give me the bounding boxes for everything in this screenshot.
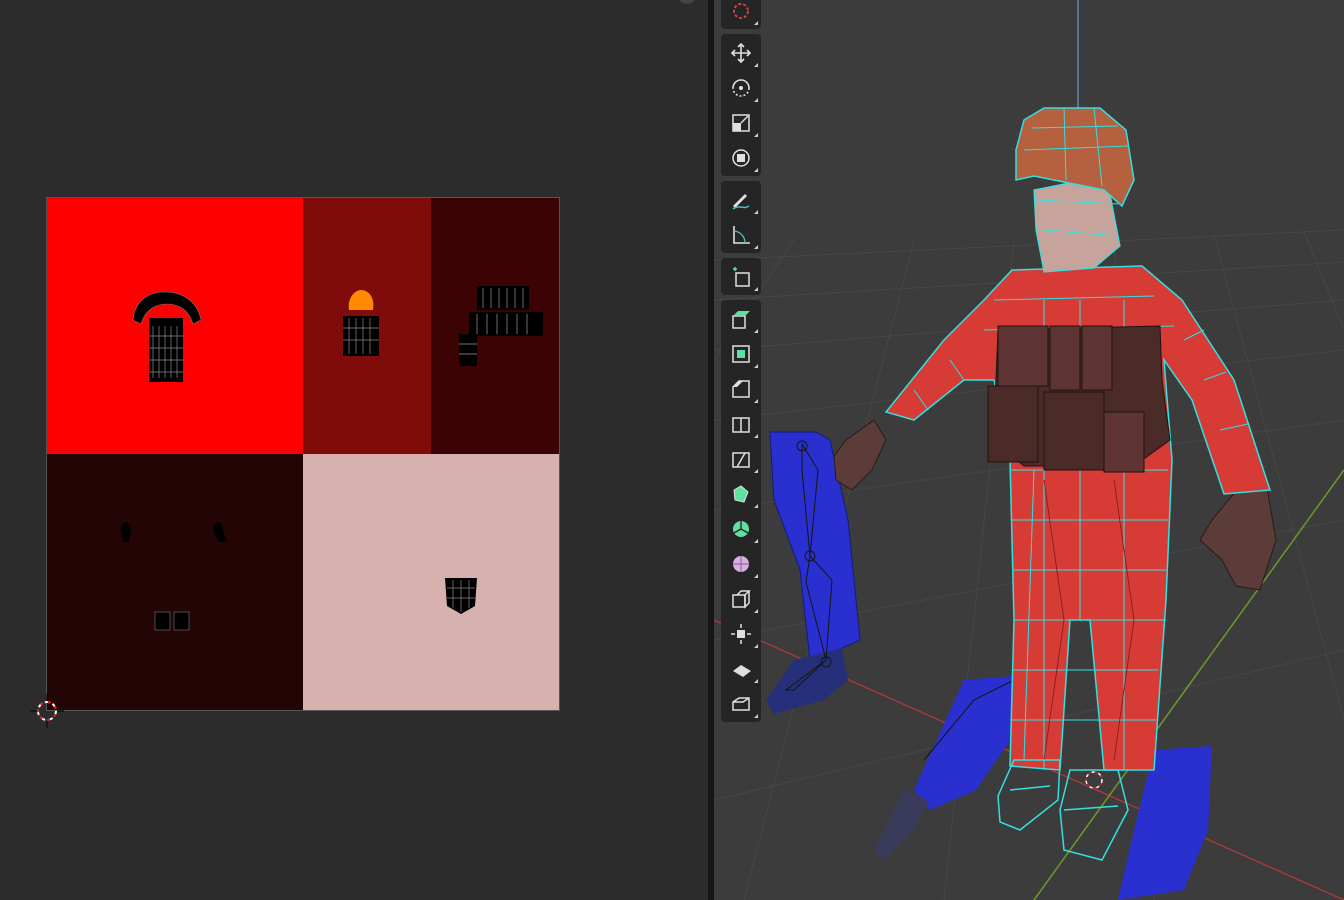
cursor-icon: [733, 2, 749, 19]
knife-tool[interactable]: [721, 441, 761, 476]
smooth-icon: [733, 555, 749, 572]
tool-shelf: [721, 0, 761, 727]
uv-texture-image[interactable]: [46, 197, 560, 711]
shear-tool[interactable]: [721, 651, 761, 686]
move-tool[interactable]: [721, 35, 761, 70]
uv-island-boots[interactable]: [153, 610, 193, 632]
measure-tool[interactable]: [721, 217, 761, 252]
uv-island-hands[interactable]: [117, 518, 237, 548]
poly-build-icon: [733, 484, 749, 503]
3d-viewport[interactable]: [714, 0, 1344, 900]
shrink-fatten-icon: [731, 623, 751, 644]
2d-cursor-icon[interactable]: [30, 694, 64, 728]
add-cube-icon: [733, 266, 750, 287]
edge-slide-icon: [732, 589, 751, 609]
rip-region-icon: [732, 696, 750, 711]
inset-tool[interactable]: [721, 336, 761, 371]
extrude-tool[interactable]: [721, 301, 761, 336]
rotate-tool[interactable]: [721, 70, 761, 105]
cursor-tool[interactable]: [721, 0, 761, 28]
poly-build-tool[interactable]: [721, 476, 761, 511]
transform-tool[interactable]: [721, 140, 761, 175]
tool-group-transform: [721, 34, 761, 176]
add-cube-tool[interactable]: [721, 259, 761, 294]
tactical-vest[interactable]: [987, 325, 1171, 473]
pencil-icon: [732, 193, 750, 210]
tool-group-annotate: [721, 181, 761, 253]
loop-cut-icon: [732, 416, 750, 433]
move-arrows-icon: [730, 42, 752, 63]
uv-island-head[interactable]: [339, 288, 383, 360]
bevel-icon: [732, 379, 750, 398]
spin-icon: [733, 520, 749, 537]
character-head[interactable]: [1015, 107, 1135, 273]
extrude-icon: [732, 310, 750, 329]
shear-icon: [733, 664, 751, 677]
ruler-icon: [733, 225, 750, 244]
uv-island-face[interactable]: [443, 572, 479, 616]
rip-region-tool[interactable]: [721, 686, 761, 721]
spin-tool[interactable]: [721, 511, 761, 546]
knife-icon: [732, 451, 750, 468]
uv-editor[interactable]: [0, 0, 708, 900]
area-corner-handle[interactable]: [678, 0, 696, 4]
texture-tile-maroon: [47, 454, 303, 710]
loop-cut-tool[interactable]: [721, 406, 761, 441]
3d-cursor-marker: [1085, 771, 1103, 789]
texture-tile-pink: [303, 454, 559, 710]
inset-icon: [732, 344, 750, 363]
smooth-tool[interactable]: [721, 546, 761, 581]
bevel-tool[interactable]: [721, 371, 761, 406]
annotate-tool[interactable]: [721, 182, 761, 217]
edge-slide-tool[interactable]: [721, 581, 761, 616]
uv-island-vest[interactable]: [457, 284, 547, 370]
right-glove[interactable]: [1199, 481, 1277, 591]
tool-group-cursor: [721, 0, 761, 29]
uv-island-torso[interactable]: [127, 286, 207, 386]
tool-group-mesh: [721, 300, 761, 722]
transform-icon: [732, 148, 750, 167]
scale-icon: [732, 113, 750, 132]
shrink-fatten-tool[interactable]: [721, 616, 761, 651]
rotate-icon: [732, 78, 750, 97]
tool-group-add: [721, 258, 761, 295]
viewport-scene: [714, 0, 1344, 900]
left-glove[interactable]: [833, 419, 887, 491]
scale-tool[interactable]: [721, 105, 761, 140]
